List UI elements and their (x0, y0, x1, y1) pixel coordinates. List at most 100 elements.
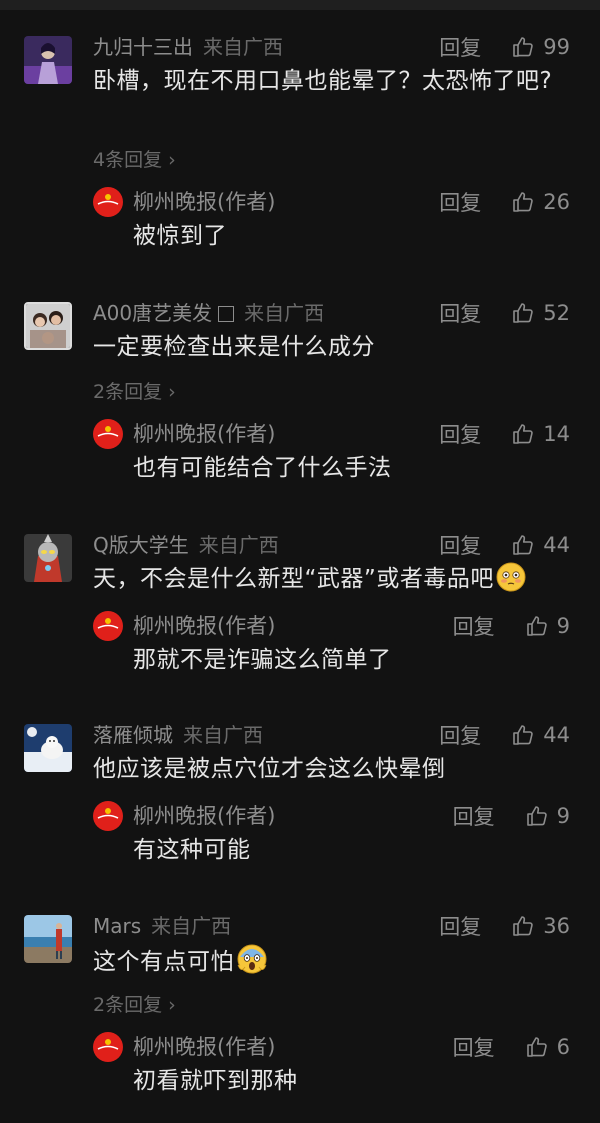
reply-text: 也有可能结合了什么手法 (133, 455, 392, 481)
more-replies-label: 2条回复 (93, 381, 163, 403)
like-button[interactable]: 44 (511, 723, 570, 747)
reply-button[interactable]: 回复 (453, 801, 495, 831)
author-name[interactable]: 柳州晚报(作者) (133, 419, 275, 449)
top-status-strip (0, 0, 600, 10)
more-replies-label: 4条回复 (93, 149, 163, 171)
liuzhou-evening-news-logo-icon (93, 419, 123, 449)
reply-button[interactable]: 回复 (453, 1032, 495, 1062)
username[interactable]: A00唐艺美发 (93, 301, 212, 325)
reply-button[interactable]: 回复 (439, 530, 481, 560)
badge-icon (218, 306, 235, 322)
reply-text: 初看就吓到那种 (133, 1068, 298, 1094)
chevron-right-icon: › (162, 149, 176, 171)
reply-button[interactable]: 回复 (439, 419, 481, 449)
thumbs-up-icon (526, 1037, 547, 1057)
chevron-right-icon: › (162, 994, 176, 1016)
avatar[interactable] (24, 302, 72, 350)
username[interactable]: Mars (93, 914, 141, 938)
reply-button[interactable]: 回复 (439, 298, 481, 328)
username[interactable]: 九归十三出 (93, 35, 193, 59)
more-replies-link[interactable]: 2条回复 › (93, 990, 176, 1017)
comment-header: A00唐艺美发 来自广西 (93, 298, 324, 328)
author-avatar[interactable] (93, 611, 123, 641)
location-label: 来自广西 (183, 723, 263, 747)
username[interactable]: 落雁倾城 (93, 723, 173, 747)
liuzhou-evening-news-logo-icon (93, 611, 123, 641)
thumbs-up-icon (526, 616, 547, 636)
thumbs-up-icon (513, 535, 534, 555)
like-count: 14 (543, 422, 570, 446)
comment-actions: 回复 44 (439, 530, 570, 560)
more-replies-link[interactable]: 2条回复 › (93, 377, 176, 404)
like-button[interactable]: 6 (525, 1035, 570, 1059)
avatar[interactable] (24, 724, 72, 772)
comment-text: 这个有点可怕 (93, 943, 570, 985)
like-count: 99 (543, 35, 570, 59)
reply-button[interactable]: 回复 (439, 911, 481, 941)
like-count: 26 (543, 190, 570, 214)
location-label: 来自广西 (203, 35, 283, 59)
screaming-face-emoji-icon (236, 943, 268, 985)
like-button[interactable]: 14 (511, 422, 570, 446)
reply-button[interactable]: 回复 (439, 187, 481, 217)
like-button[interactable]: 52 (511, 301, 570, 325)
thumbs-up-icon (526, 806, 547, 826)
comment-actions: 回复 52 (439, 298, 570, 328)
thumbs-up-icon (513, 37, 534, 57)
reply-text: 那就不是诈骗这么简单了 (133, 647, 392, 673)
like-button[interactable]: 36 (511, 914, 570, 938)
like-count: 44 (543, 723, 570, 747)
location-label: 来自广西 (151, 914, 232, 938)
comment-text: 卧槽，现在不用口鼻也能晕了？太恐怖了吧? (93, 68, 553, 94)
location-label: 来自广西 (198, 533, 279, 557)
chevron-right-icon: › (162, 381, 176, 403)
more-replies-link[interactable]: 4条回复 › (93, 145, 176, 172)
liuzhou-evening-news-logo-icon (93, 187, 123, 217)
liuzhou-evening-news-logo-icon (93, 1032, 123, 1062)
more-replies-label: 2条回复 (93, 994, 163, 1016)
comment-actions: 回复 99 (439, 32, 570, 62)
reply-actions: 回复 14 (439, 419, 570, 449)
reply-text: 被惊到了 (133, 223, 227, 249)
author-avatar[interactable] (93, 187, 123, 217)
reply-actions: 回复 6 (453, 1032, 570, 1062)
username[interactable]: Q版大学生 (93, 533, 189, 557)
thumbs-up-icon (513, 192, 534, 212)
reply-button[interactable]: 回复 (439, 720, 481, 750)
author-name[interactable]: 柳州晚报(作者) (133, 611, 275, 641)
comment-actions: 回复 36 (439, 911, 570, 941)
comment-text-content: 这个有点可怕 (93, 949, 234, 975)
comment-header: 落雁倾城 来自广西 (93, 720, 263, 750)
avatar[interactable] (24, 534, 72, 582)
comment-header: Mars 来自广西 (93, 911, 231, 941)
location-label: 来自广西 (244, 301, 325, 325)
comment-text: 一定要检查出来是什么成分 (93, 334, 375, 360)
author-name[interactable]: 柳州晚报(作者) (133, 187, 275, 217)
author-name[interactable]: 柳州晚报(作者) (133, 1032, 275, 1062)
author-name[interactable]: 柳州晚报(作者) (133, 801, 275, 831)
like-button[interactable]: 9 (525, 804, 570, 828)
comment-header: 九归十三出 来自广西 (93, 32, 283, 62)
avatar[interactable] (24, 36, 72, 84)
comment-text: 他应该是被点穴位才会这么快晕倒 (93, 756, 446, 782)
author-avatar[interactable] (93, 801, 123, 831)
like-button[interactable]: 99 (511, 35, 570, 59)
like-button[interactable]: 44 (511, 533, 570, 557)
author-avatar[interactable] (93, 419, 123, 449)
thumbs-up-icon (513, 725, 534, 745)
reply-button[interactable]: 回复 (439, 32, 481, 62)
reply-button[interactable]: 回复 (453, 611, 495, 641)
like-count: 52 (543, 301, 570, 325)
author-avatar[interactable] (93, 1032, 123, 1062)
comment-text-content: 天，不会是什么新型“武器”或者毒品吧 (93, 566, 494, 592)
thumbs-up-icon (513, 916, 534, 936)
like-button[interactable]: 26 (511, 190, 570, 214)
avatar[interactable] (24, 915, 72, 963)
liuzhou-evening-news-logo-icon (93, 801, 123, 831)
reply-actions: 回复 26 (439, 187, 570, 217)
comment-header: Q版大学生 来自广西 (93, 530, 279, 560)
like-count: 6 (556, 1035, 570, 1059)
like-count: 36 (543, 914, 570, 938)
comment-text: 天，不会是什么新型“武器”或者毒品吧 (93, 562, 580, 602)
like-button[interactable]: 9 (525, 614, 570, 638)
